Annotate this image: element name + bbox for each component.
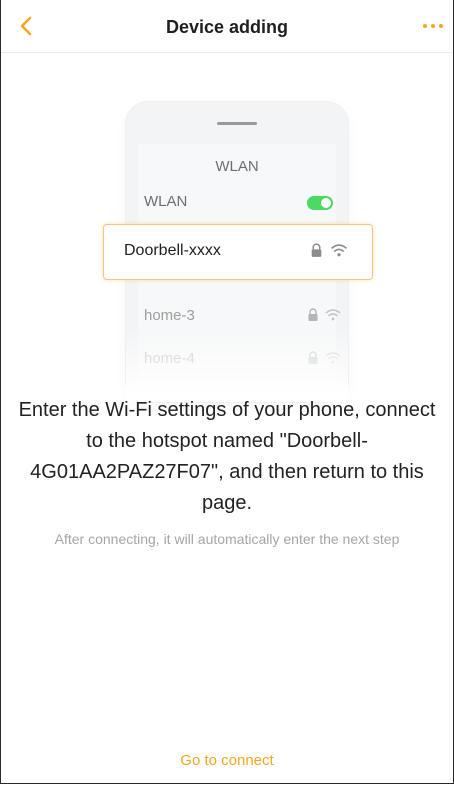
network-item-icons <box>307 308 341 322</box>
network-item: home-3 <box>144 307 195 324</box>
hotspot-network-name: Doorbell-xxxx <box>124 242 221 259</box>
wlan-setting-label: WLAN <box>144 193 188 210</box>
wifi-icon <box>330 244 348 257</box>
page-title: Device adding <box>165 17 289 37</box>
go-to-connect-button[interactable]: Go to connect <box>1 752 453 769</box>
wlan-screen-title: WLAN <box>215 158 259 175</box>
wifi-icon <box>325 309 341 321</box>
hotspot-network-card: Doorbell-xxxx <box>103 224 373 280</box>
illustration-fade <box>126 330 348 402</box>
hotspot-network-icons <box>310 243 350 259</box>
lock-icon <box>308 308 318 321</box>
nav-header: Device adding <box>1 0 453 53</box>
app-screen: Device adding WLAN WLAN home-2 home-3 ho… <box>0 0 454 784</box>
more-dots-icon <box>423 24 427 28</box>
more-button[interactable] <box>421 22 445 30</box>
lock-icon <box>311 243 322 257</box>
phone-notch <box>217 122 257 125</box>
wlan-toggle <box>307 196 333 210</box>
connect-instruction: Enter the Wi-Fi settings of your phone, … <box>18 399 436 514</box>
connect-hint: After connecting, it will automatically … <box>54 531 400 547</box>
